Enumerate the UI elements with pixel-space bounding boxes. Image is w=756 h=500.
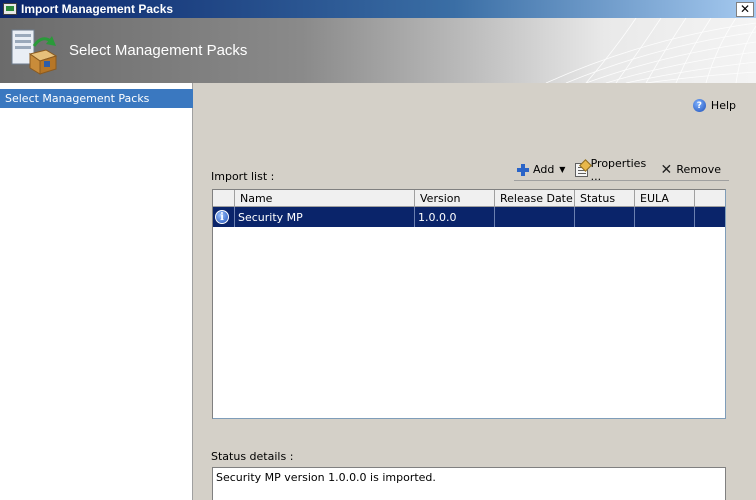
window-titlebar: Import Management Packs ✕ xyxy=(0,0,756,18)
status-details-label: Status details : xyxy=(211,450,294,463)
help-icon: ? xyxy=(692,99,706,112)
import-list[interactable]: Name Version Release Date Status EULA i … xyxy=(212,189,726,419)
list-item-eula xyxy=(635,207,695,227)
list-item[interactable]: i Security MP 1.0.0.0 xyxy=(213,207,725,227)
import-list-label: Import list : xyxy=(211,170,275,183)
window-title: Import Management Packs xyxy=(21,2,174,16)
info-icon: i xyxy=(215,210,229,224)
banner-title: Select Management Packs xyxy=(69,42,248,59)
column-header-eula[interactable]: EULA xyxy=(635,190,695,206)
list-item-version: 1.0.0.0 xyxy=(415,207,495,227)
close-button[interactable]: ✕ xyxy=(736,1,754,17)
column-header-status[interactable]: Status xyxy=(575,190,635,206)
wizard-banner: Select Management Packs xyxy=(0,18,756,83)
properties-icon xyxy=(575,162,588,177)
app-icon xyxy=(3,3,17,15)
help-link[interactable]: ? Help xyxy=(692,99,736,112)
close-icon: ✕ xyxy=(660,161,673,178)
remove-label: Remove xyxy=(676,163,721,176)
column-header-release-date[interactable]: Release Date xyxy=(495,190,575,206)
list-item-name: Security MP xyxy=(235,207,415,227)
remove-button[interactable]: ✕ Remove xyxy=(657,163,721,177)
wizard-step-nav: Select Management Packs xyxy=(0,83,193,500)
banner-mesh-decoration xyxy=(545,18,756,83)
column-header-icon[interactable] xyxy=(213,190,235,206)
list-header: Name Version Release Date Status EULA xyxy=(213,190,725,207)
list-item-icon-cell: i xyxy=(213,207,235,227)
list-item-status xyxy=(575,207,635,227)
properties-label: Properties ... xyxy=(590,156,647,183)
chevron-down-icon: ▼ xyxy=(559,165,566,174)
content-pane: ? Help Import list : Add ▼ Properties ..… xyxy=(194,83,756,500)
status-details-text: Security MP version 1.0.0.0 is imported. xyxy=(216,471,436,484)
list-item-release-date xyxy=(495,207,575,227)
add-button[interactable]: Add ▼ xyxy=(514,163,565,177)
help-label: Help xyxy=(710,99,736,112)
add-label: Add xyxy=(533,163,555,176)
plus-icon xyxy=(516,163,530,177)
import-pack-icon xyxy=(11,29,58,75)
column-header-name[interactable]: Name xyxy=(235,190,415,206)
import-list-toolbar: Add ▼ Properties ... ✕ Remove xyxy=(514,157,729,183)
nav-item-select-management-packs[interactable]: Select Management Packs xyxy=(0,89,193,108)
properties-button[interactable]: Properties ... xyxy=(573,157,649,183)
status-details-box[interactable]: Security MP version 1.0.0.0 is imported. xyxy=(212,467,726,500)
column-header-version[interactable]: Version xyxy=(415,190,495,206)
